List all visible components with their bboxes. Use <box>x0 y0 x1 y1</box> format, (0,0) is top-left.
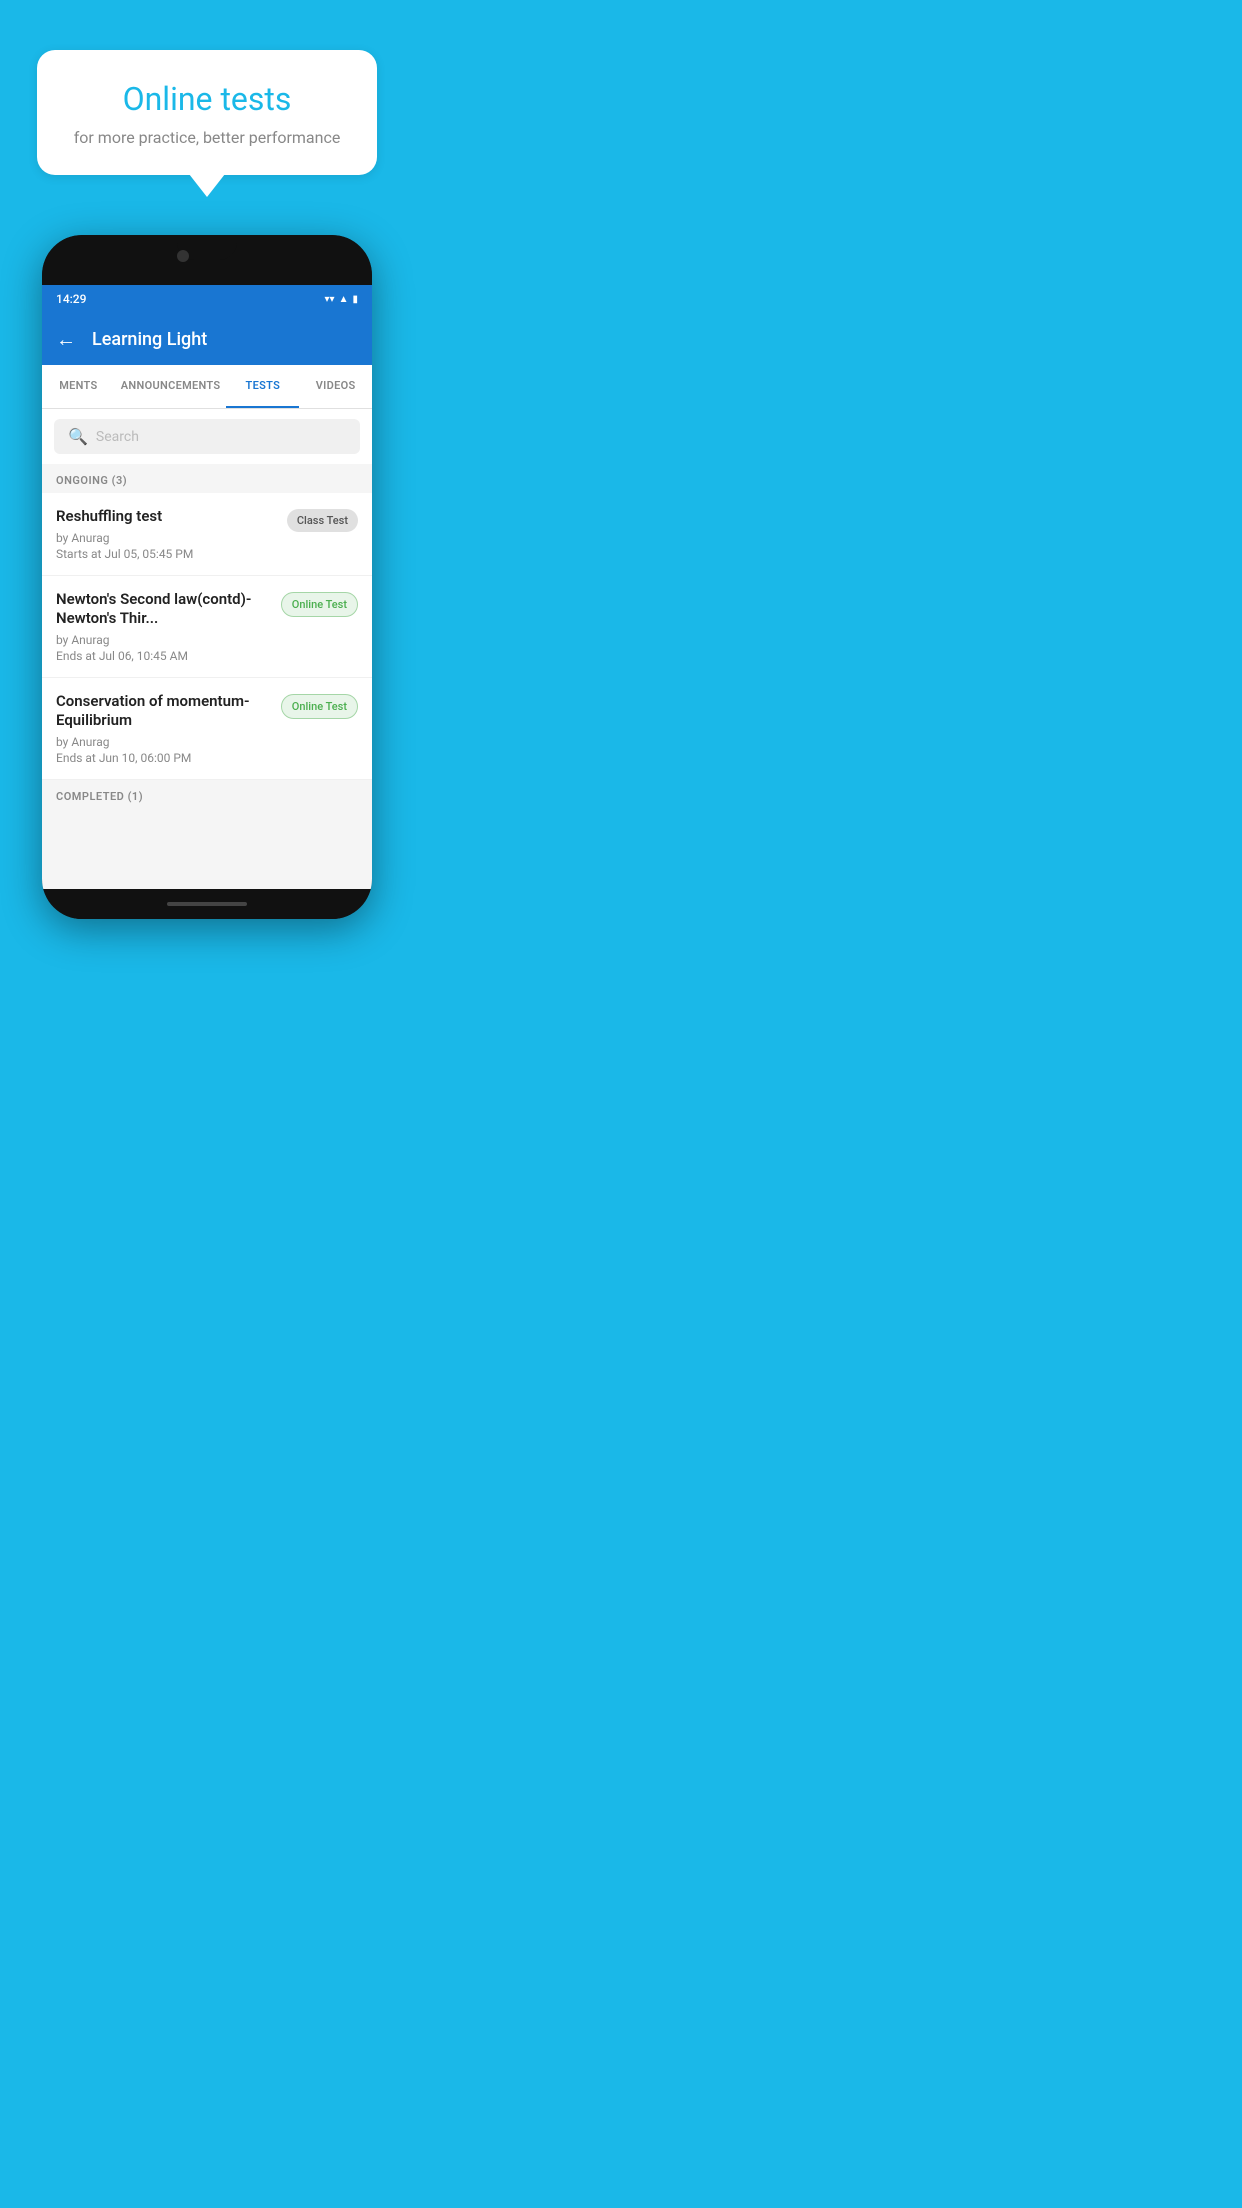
search-placeholder: Search <box>96 429 139 445</box>
status-time: 14:29 <box>56 292 86 306</box>
status-bar: 14:29 ▾▾ ▲ ▮ <box>42 285 372 313</box>
test-author-3: by Anurag <box>56 735 271 749</box>
tab-tests[interactable]: TESTS <box>226 365 299 408</box>
tab-announcements[interactable]: ANNOUNCEMENTS <box>115 365 227 408</box>
speech-bubble-area: Online tests for more practice, better p… <box>0 20 414 185</box>
app-title: Learning Light <box>92 329 207 350</box>
phone-mockup: 14:29 ▾▾ ▲ ▮ ← Learning Light MENTS ANNO… <box>42 235 372 919</box>
test-badge-2: Online Test <box>281 592 358 617</box>
bubble-subtitle: for more practice, better performance <box>67 128 347 147</box>
test-info: Newton's Second law(contd)-Newton's Thir… <box>56 590 271 663</box>
tab-ments[interactable]: MENTS <box>42 365 115 408</box>
test-badge-3: Online Test <box>281 694 358 719</box>
ongoing-section-header: ONGOING (3) <box>42 464 372 493</box>
battery-icon: ▮ <box>352 294 358 305</box>
test-item[interactable]: Newton's Second law(contd)-Newton's Thir… <box>42 576 372 678</box>
test-author-1: by Anurag <box>56 531 277 545</box>
screen-content: 🔍 Search ONGOING (3) Reshuffling test by… <box>42 409 372 889</box>
front-camera <box>177 250 189 262</box>
search-input-container[interactable]: 🔍 Search <box>54 419 360 454</box>
tab-bar: MENTS ANNOUNCEMENTS TESTS VIDEOS <box>42 365 372 409</box>
test-info: Reshuffling test by Anurag Starts at Jul… <box>56 507 277 561</box>
test-badge-1: Class Test <box>287 509 358 532</box>
search-bar: 🔍 Search <box>42 409 372 464</box>
speech-bubble: Online tests for more practice, better p… <box>37 50 377 175</box>
test-info: Conservation of momentum-Equilibrium by … <box>56 692 271 765</box>
test-author-2: by Anurag <box>56 633 271 647</box>
app-bar: ← Learning Light <box>42 313 372 365</box>
test-name-2: Newton's Second law(contd)-Newton's Thir… <box>56 590 271 629</box>
test-name-1: Reshuffling test <box>56 507 277 527</box>
completed-section-header: COMPLETED (1) <box>42 780 372 809</box>
test-name-3: Conservation of momentum-Equilibrium <box>56 692 271 731</box>
tab-videos[interactable]: VIDEOS <box>299 365 372 408</box>
test-item[interactable]: Reshuffling test by Anurag Starts at Jul… <box>42 493 372 576</box>
back-button[interactable]: ← <box>56 327 76 352</box>
test-date-3: Ends at Jun 10, 06:00 PM <box>56 751 271 765</box>
wifi-icon: ▾▾ <box>325 294 335 305</box>
test-item[interactable]: Conservation of momentum-Equilibrium by … <box>42 678 372 780</box>
phone-notch <box>177 235 237 260</box>
test-date-2: Ends at Jul 06, 10:45 AM <box>56 649 271 663</box>
search-icon: 🔍 <box>68 427 88 446</box>
phone-bezel-bottom <box>42 889 372 919</box>
status-icons: ▾▾ ▲ ▮ <box>325 294 358 305</box>
test-date-1: Starts at Jul 05, 05:45 PM <box>56 547 277 561</box>
home-indicator <box>167 902 247 906</box>
bubble-title: Online tests <box>67 80 347 118</box>
phone-bezel-top <box>42 235 372 285</box>
signal-icon: ▲ <box>339 294 349 305</box>
